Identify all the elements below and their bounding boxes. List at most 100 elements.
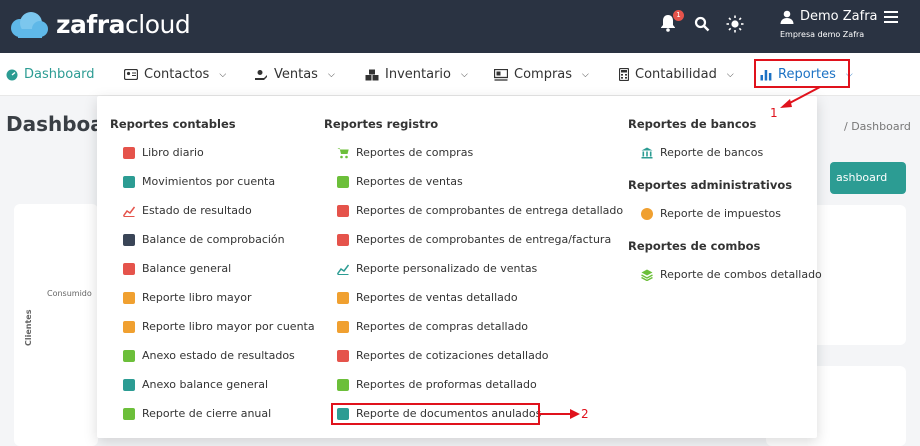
- coins-icon: [641, 207, 653, 220]
- link-label: Movimientos por cuenta: [142, 175, 276, 188]
- link-reporte-de-impuestos[interactable]: Reporte de impuestos: [641, 207, 781, 220]
- breadcrumb[interactable]: / Dashboard: [844, 120, 911, 133]
- money-icon: [123, 175, 135, 188]
- receipt-icon: [337, 291, 349, 304]
- nav-compras[interactable]: Compras ⌵: [494, 53, 589, 96]
- nav-ventas[interactable]: Ventas ⌵: [254, 53, 335, 96]
- link-reporte-libro-mayor[interactable]: Reporte libro mayor: [123, 291, 252, 304]
- nav-inventario[interactable]: Inventario ⌵: [365, 53, 468, 96]
- link-estado-de-resultado[interactable]: Estado de resultado: [123, 204, 252, 217]
- nav-contactos-label: Contactos: [144, 67, 210, 82]
- clipboard-icon: [337, 204, 349, 217]
- link-anexo-balance-general[interactable]: Anexo balance general: [123, 378, 268, 391]
- cloud-logo-icon: [11, 11, 48, 38]
- layers-icon: [641, 269, 653, 281]
- heading-reportes-contables: Reportes contables: [110, 117, 236, 131]
- store-icon: [337, 175, 349, 188]
- dashboard-icon: [6, 69, 18, 80]
- nav-inventario-label: Inventario: [385, 67, 451, 82]
- link-label: Reportes de comprobantes de entrega/fact…: [356, 233, 612, 246]
- file-icon: [123, 349, 135, 362]
- dashboard-button[interactable]: ashboard: [830, 162, 906, 194]
- link-libro-diario[interactable]: Libro diario: [123, 146, 204, 159]
- brand-logo[interactable]: zafracloud: [8, 10, 191, 39]
- link-reportes-de-ventas[interactable]: Reportes de ventas: [337, 175, 463, 188]
- chevron-down-icon: ⌵: [327, 69, 335, 80]
- link-reporte-combos-detallado[interactable]: Reporte de combos detallado: [641, 268, 822, 281]
- link-label: Reporte libro mayor por cuenta: [142, 320, 315, 333]
- chart-series-label: Consumido: [47, 289, 92, 298]
- chevron-down-icon: ⌵: [460, 69, 468, 80]
- arrow-annotation-2: [540, 409, 580, 419]
- clipboard-icon: [337, 233, 349, 246]
- nav-contabilidad[interactable]: Contabilidad ⌵: [619, 53, 734, 96]
- link-reportes-ventas-detallado[interactable]: Reportes de ventas detallado: [337, 291, 518, 304]
- link-reporte-de-cierre-anual[interactable]: Reporte de cierre anual: [123, 407, 271, 420]
- nav-dashboard[interactable]: Dashboard: [6, 53, 95, 96]
- link-balance-general[interactable]: Balance general: [123, 262, 231, 275]
- link-label: Reporte personalizado de ventas: [356, 262, 538, 275]
- link-reportes-proformas-detallado[interactable]: Reportes de proformas detallado: [337, 378, 537, 391]
- link-label: Libro diario: [142, 146, 204, 159]
- file-signature-icon: [123, 233, 135, 246]
- nav-contabilidad-label: Contabilidad: [635, 67, 717, 82]
- accounting-icon: [619, 68, 629, 81]
- sales-icon: [255, 69, 267, 80]
- link-balance-de-comprobacion[interactable]: Balance de comprobación: [123, 233, 285, 246]
- company-name: Empresa demo Zafra: [780, 30, 865, 39]
- chart-y-label: Clientes: [24, 309, 33, 347]
- user-menu[interactable]: Demo Zafra Empresa demo Zafra: [780, 9, 878, 39]
- link-label: Reportes de compras: [356, 146, 474, 159]
- link-comprobantes-entrega-factura[interactable]: Reportes de comprobantes de entrega/fact…: [337, 233, 611, 246]
- nav-contactos[interactable]: Contactos ⌵: [124, 53, 226, 96]
- link-comprobantes-entrega-detallado[interactable]: Reportes de comprobantes de entrega deta…: [337, 204, 623, 217]
- user-icon: [780, 10, 794, 24]
- chevron-down-icon: ⌵: [219, 69, 227, 80]
- search-icon[interactable]: [694, 16, 710, 32]
- link-label: Reporte libro mayor: [142, 291, 252, 304]
- line-chart-icon: [123, 206, 135, 217]
- heading-reportes-administrativos: Reportes administrativos: [628, 178, 793, 192]
- theme-sun-icon[interactable]: [726, 15, 744, 33]
- link-label: Reportes de proformas detallado: [356, 378, 537, 391]
- nav-ventas-label: Ventas: [274, 67, 318, 82]
- file-invoice-icon: [337, 349, 349, 362]
- file-edit-icon: [123, 262, 135, 275]
- link-movimientos-por-cuenta[interactable]: Movimientos por cuenta: [123, 175, 275, 188]
- reportes-dropdown: Reportes contables Libro diario Movimien…: [97, 96, 822, 438]
- link-reportes-compras-detallado[interactable]: Reportes de compras detallado: [337, 320, 528, 333]
- nav-dashboard-label: Dashboard: [24, 67, 95, 82]
- file-invoice-icon: [337, 378, 349, 391]
- link-label: Reporte de impuestos: [660, 207, 781, 220]
- cart-icon: [337, 147, 349, 158]
- link-anexo-estado-de-resultados[interactable]: Anexo estado de resultados: [123, 349, 295, 362]
- annotation-label-2: 2: [581, 407, 589, 421]
- calendar-icon: [123, 407, 135, 420]
- link-reporte-personalizado-ventas[interactable]: Reporte personalizado de ventas: [337, 262, 537, 275]
- annotation-label-1: 1: [770, 106, 778, 120]
- page-title: Dashboa: [6, 112, 104, 136]
- highlight-box-documentos-anulados: [331, 403, 540, 425]
- link-reportes-cotizaciones-detallado[interactable]: Reportes de cotizaciones detallado: [337, 349, 549, 362]
- link-label: Reporte de bancos: [660, 146, 764, 159]
- chevron-down-icon: ⌵: [582, 69, 589, 80]
- link-reportes-de-compras[interactable]: Reportes de compras: [337, 146, 473, 159]
- hamburger-menu-icon[interactable]: [884, 11, 898, 26]
- file-icon: [123, 378, 135, 391]
- link-reporte-libro-mayor-por-cuenta[interactable]: Reporte libro mayor por cuenta: [123, 320, 315, 333]
- notifications-button[interactable]: 1: [660, 10, 684, 34]
- chevron-down-icon: ⌵: [726, 69, 734, 80]
- bank-icon: [641, 147, 653, 158]
- heading-reportes-de-bancos: Reportes de bancos: [628, 117, 757, 131]
- link-label: Anexo estado de resultados: [142, 349, 295, 362]
- brand-name: zafracloud: [56, 10, 191, 39]
- link-label: Anexo balance general: [142, 378, 269, 391]
- top-bar: zafracloud 1 Demo Zafra Empresa demo Zaf…: [0, 0, 920, 53]
- line-chart-icon: [337, 264, 349, 275]
- link-label: Reportes de ventas detallado: [356, 291, 518, 304]
- link-reporte-de-bancos[interactable]: Reporte de bancos: [641, 146, 763, 159]
- heading-reportes-registro: Reportes registro: [324, 117, 439, 131]
- link-label: Estado de resultado: [142, 204, 252, 217]
- inventory-icon: [365, 69, 379, 80]
- user-name: Demo Zafra: [800, 9, 878, 24]
